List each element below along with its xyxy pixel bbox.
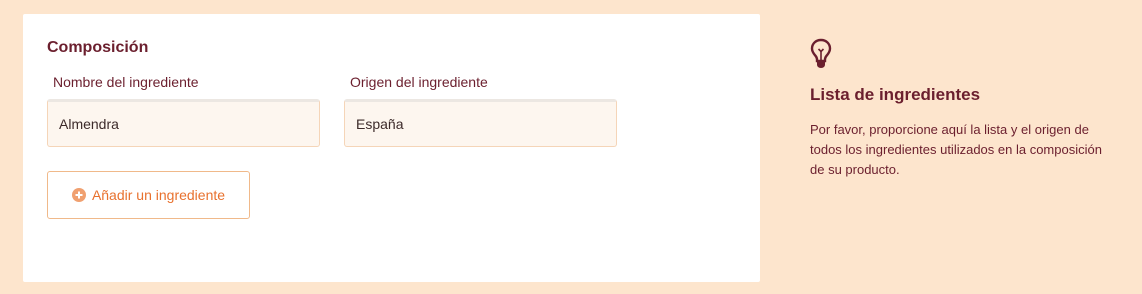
add-ingredient-button[interactable]: Añadir un ingrediente	[47, 171, 250, 219]
help-text: Por favor, proporcione aquí la lista y e…	[810, 122, 1102, 177]
section-title: Composición	[47, 39, 149, 56]
ingredient-origin-label: Origen del ingrediente	[350, 74, 488, 90]
plus-circle-icon	[71, 188, 86, 202]
ingredient-name-input[interactable]	[47, 99, 320, 147]
ingredient-origin-input[interactable]	[344, 99, 617, 147]
composition-card: Composición Nombre del ingrediente Orige…	[23, 14, 760, 282]
lightbulb-icon	[810, 38, 832, 70]
help-title: Lista de ingredientes	[810, 85, 981, 104]
ingredient-name-label: Nombre del ingrediente	[53, 74, 199, 90]
add-ingredient-label: Añadir un ingrediente	[91, 187, 226, 203]
help-panel: Lista de ingredientes Por favor, proporc…	[810, 38, 1120, 177]
